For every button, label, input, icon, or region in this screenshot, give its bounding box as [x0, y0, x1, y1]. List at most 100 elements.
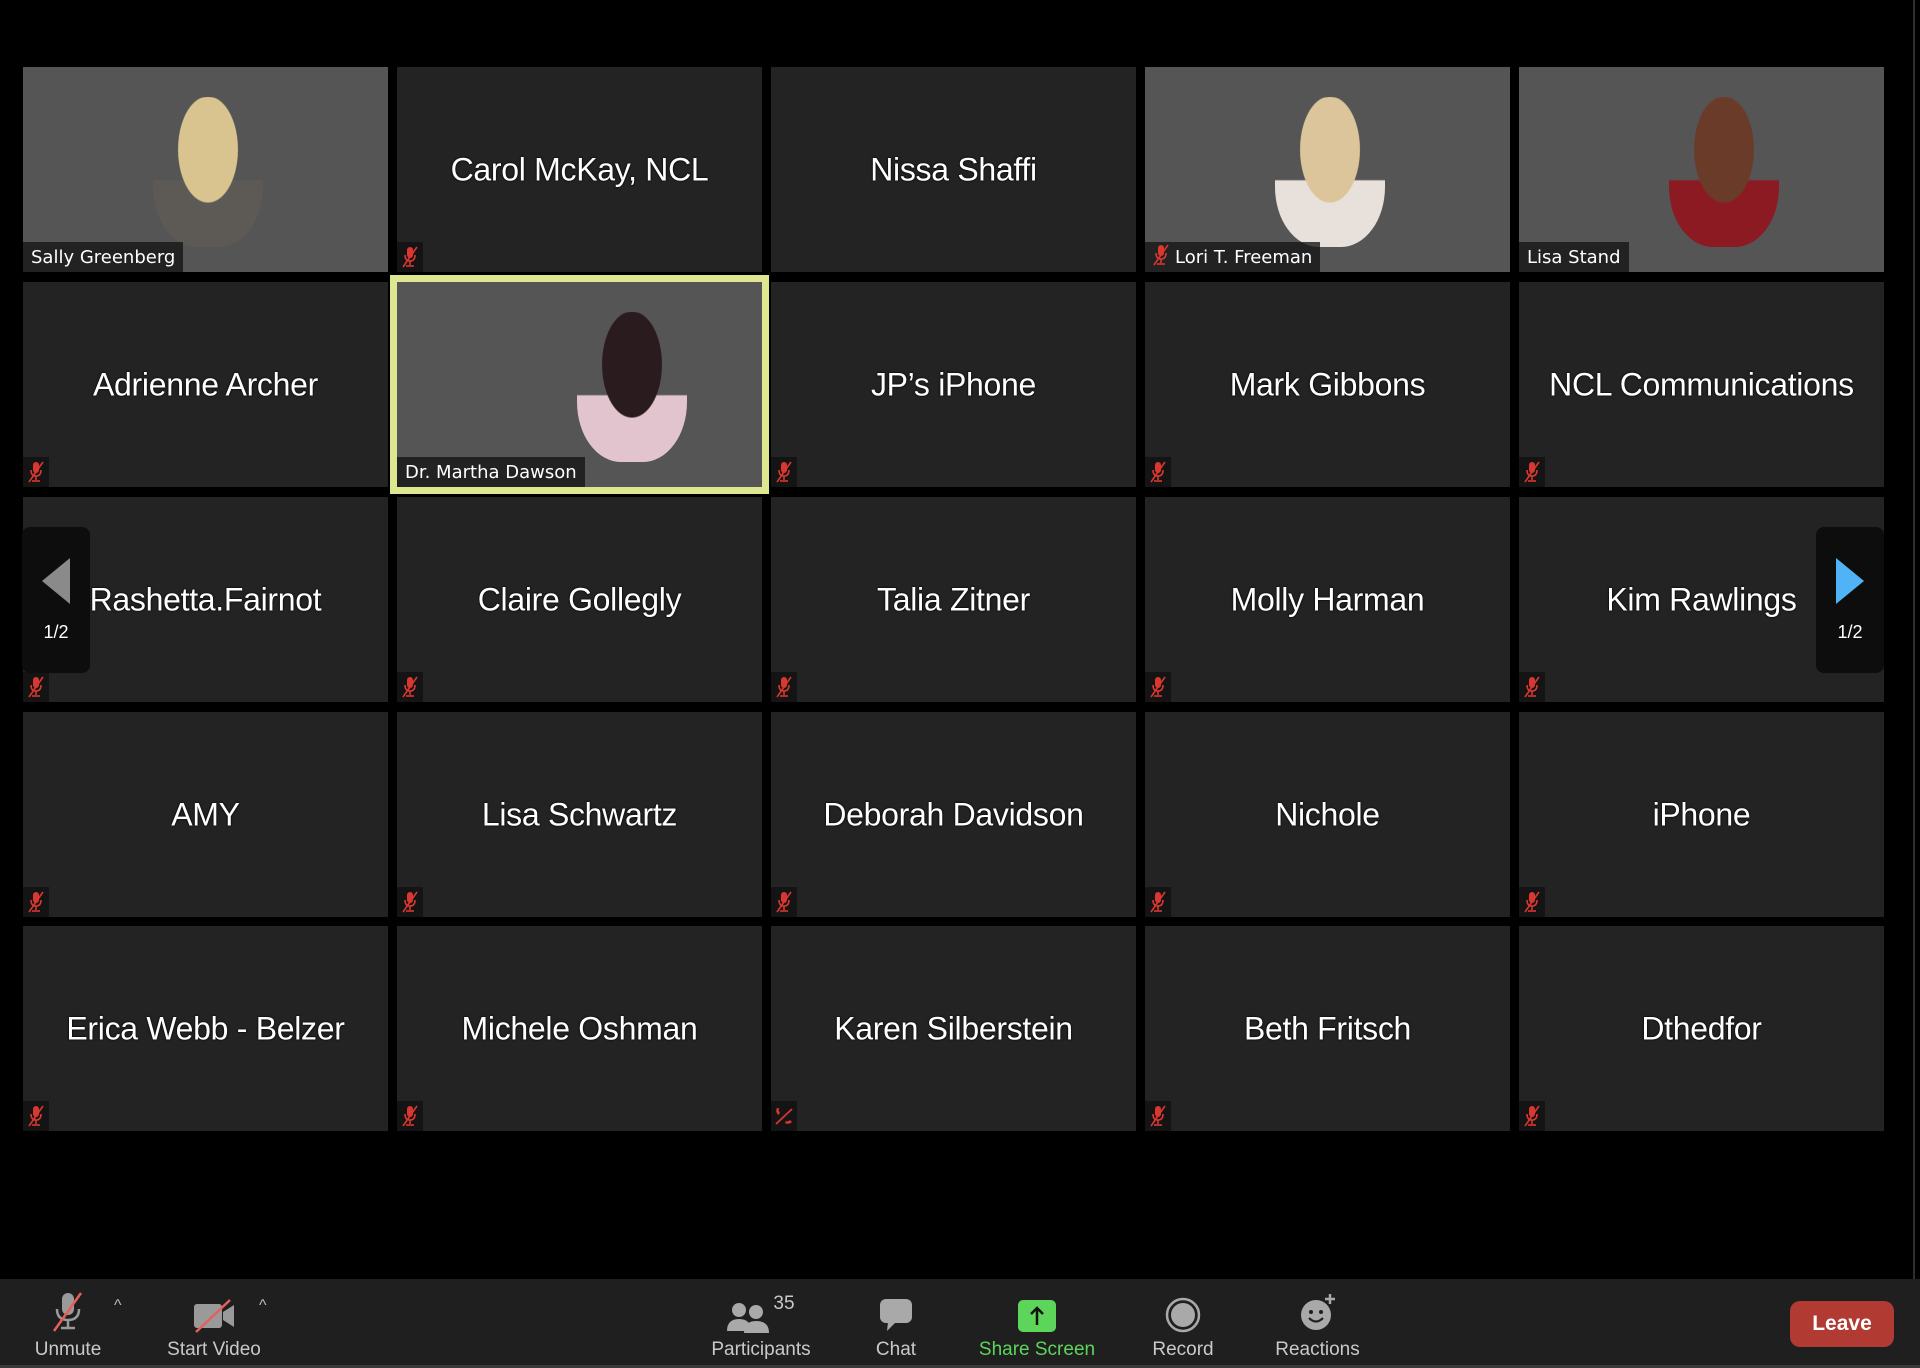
participant-tile[interactable]: Lori T. Freeman: [1145, 67, 1510, 272]
mic-muted-badge: [23, 1101, 49, 1131]
record-label: Record: [1152, 1339, 1214, 1360]
mic-off-icon: [52, 1292, 83, 1332]
mic-off-icon: [1524, 891, 1540, 913]
participant-tile[interactable]: NCL Communications: [1519, 282, 1884, 487]
audio-options-caret[interactable]: ^: [114, 1297, 122, 1315]
participant-tile[interactable]: JP’s iPhone: [771, 282, 1136, 487]
chat-button[interactable]: Chat: [866, 1279, 926, 1365]
mic-off-icon: [1524, 1105, 1540, 1127]
mic-off-icon: [776, 461, 792, 483]
start-video-button[interactable]: Start Video: [160, 1279, 268, 1365]
unmute-label: Unmute: [34, 1339, 102, 1360]
leave-meeting-button[interactable]: Leave: [1790, 1301, 1894, 1347]
participant-name: Mark Gibbons: [1229, 366, 1426, 402]
next-page-button[interactable]: 1/2: [1816, 527, 1884, 673]
participant-tile[interactable]: Carol McKay, NCL: [397, 67, 762, 272]
mic-muted-badge: [1519, 1101, 1545, 1131]
mic-off-icon: [1153, 244, 1169, 271]
participant-tile[interactable]: Beth Fritsch: [1145, 926, 1510, 1131]
participant-tile[interactable]: Lisa Schwartz: [397, 712, 762, 917]
mic-muted-badge: [23, 457, 49, 487]
mic-off-icon: [402, 246, 418, 268]
video-feed: [1669, 97, 1779, 247]
participant-name: Dr. Martha Dawson: [405, 461, 577, 483]
participant-tile[interactable]: Karen Silberstein: [771, 926, 1136, 1131]
participant-tile[interactable]: Sally Greenberg: [23, 67, 388, 272]
participant-name-label: Lisa Stand: [1519, 242, 1629, 272]
window-edge: [1913, 0, 1915, 1279]
participant-name: Deborah Davidson: [823, 796, 1084, 832]
phone-off-icon: [775, 1108, 793, 1125]
participant-name: NCL Communications: [1549, 366, 1854, 402]
unmute-button[interactable]: Unmute: [28, 1279, 108, 1365]
participant-tile[interactable]: Michele Oshman: [397, 926, 762, 1131]
mic-off-icon: [1150, 1105, 1166, 1127]
arrow-left-icon: [42, 557, 70, 604]
chat-label: Chat: [875, 1339, 917, 1360]
mic-off-icon: [28, 461, 44, 483]
mic-off-icon: [1153, 244, 1169, 265]
participant-tile[interactable]: Adrienne Archer: [23, 282, 388, 487]
participant-tile[interactable]: Nichole: [1145, 712, 1510, 917]
participant-name: JP’s iPhone: [870, 366, 1037, 402]
participant-name-label: Dr. Martha Dawson: [397, 457, 585, 487]
mic-off-icon: [1150, 461, 1166, 483]
participant-tile[interactable]: iPhone: [1519, 712, 1884, 917]
participant-name: Adrienne Archer: [93, 366, 318, 402]
mic-off-icon: [1150, 891, 1166, 913]
participant-name: Sally Greenberg: [31, 246, 176, 268]
page-indicator-left: 1/2: [43, 621, 69, 642]
previous-page-button[interactable]: 1/2: [22, 527, 90, 673]
arrow-right-icon: [1836, 557, 1864, 604]
participant-name: Dthedfor: [1641, 1010, 1762, 1046]
mic-muted-badge: [771, 457, 797, 487]
mic-muted-badge: [1519, 672, 1545, 702]
participant-name: Nissa Shaffi: [870, 151, 1037, 187]
mic-off-icon: [776, 891, 792, 913]
record-icon: [1165, 1297, 1201, 1333]
mic-muted-badge: [771, 672, 797, 702]
participant-tile[interactable]: Claire Gollegly: [397, 497, 762, 702]
participant-tile[interactable]: Erica Webb - Belzer: [23, 926, 388, 1131]
phone-muted-badge: [771, 1101, 797, 1131]
mic-muted-badge: [1519, 457, 1545, 487]
meeting-toolbar: Unmute ^ Start Video ^ 35 Participants C…: [0, 1279, 1920, 1368]
participant-name: Claire Gollegly: [477, 581, 682, 617]
participant-name: Lisa Schwartz: [481, 796, 678, 832]
participant-tile[interactable]: Lisa Stand: [1519, 67, 1884, 272]
mic-off-icon: [1524, 676, 1540, 698]
participant-tile[interactable]: Deborah Davidson: [771, 712, 1136, 917]
participant-name: Talia Zitner: [877, 581, 1030, 617]
share-screen-button[interactable]: Share Screen: [972, 1279, 1102, 1365]
participant-tile[interactable]: Dthedfor: [1519, 926, 1884, 1131]
mic-muted-badge: [397, 672, 423, 702]
participant-tile[interactable]: Talia Zitner: [771, 497, 1136, 702]
mic-muted-badge: [1145, 1101, 1171, 1131]
participant-tile[interactable]: Nissa Shaffi: [771, 67, 1136, 272]
participants-button[interactable]: 35 Participants: [700, 1279, 822, 1365]
record-button[interactable]: Record: [1143, 1279, 1223, 1365]
video-off-icon: [194, 1299, 234, 1333]
mic-off-icon: [1524, 461, 1540, 483]
mic-off-icon: [402, 891, 418, 913]
mic-off-icon: [28, 1105, 44, 1127]
mic-muted-badge: [1145, 887, 1171, 917]
mic-muted-badge: [1145, 672, 1171, 702]
participant-tile[interactable]: Dr. Martha Dawson: [397, 282, 762, 487]
participant-tile[interactable]: Mark Gibbons: [1145, 282, 1510, 487]
participant-count: 35: [773, 1293, 795, 1314]
video-options-caret[interactable]: ^: [259, 1297, 267, 1315]
participant-tile[interactable]: Molly Harman: [1145, 497, 1510, 702]
participant-name: Karen Silberstein: [834, 1010, 1073, 1046]
participant-tile[interactable]: AMY: [23, 712, 388, 917]
share-screen-icon: [1018, 1300, 1056, 1332]
mic-muted-badge: [1145, 457, 1171, 487]
mic-muted-badge: [397, 242, 423, 272]
start-video-label: Start Video: [167, 1339, 261, 1360]
gallery-grid: Sally Greenberg Carol McKay, NCL Nissa Sha…: [0, 0, 1914, 1279]
mic-off-icon: [1150, 676, 1166, 698]
reactions-button[interactable]: Reactions: [1270, 1279, 1365, 1365]
video-feed: [153, 97, 263, 247]
mic-muted-badge: [23, 887, 49, 917]
participants-icon: [727, 1303, 770, 1333]
